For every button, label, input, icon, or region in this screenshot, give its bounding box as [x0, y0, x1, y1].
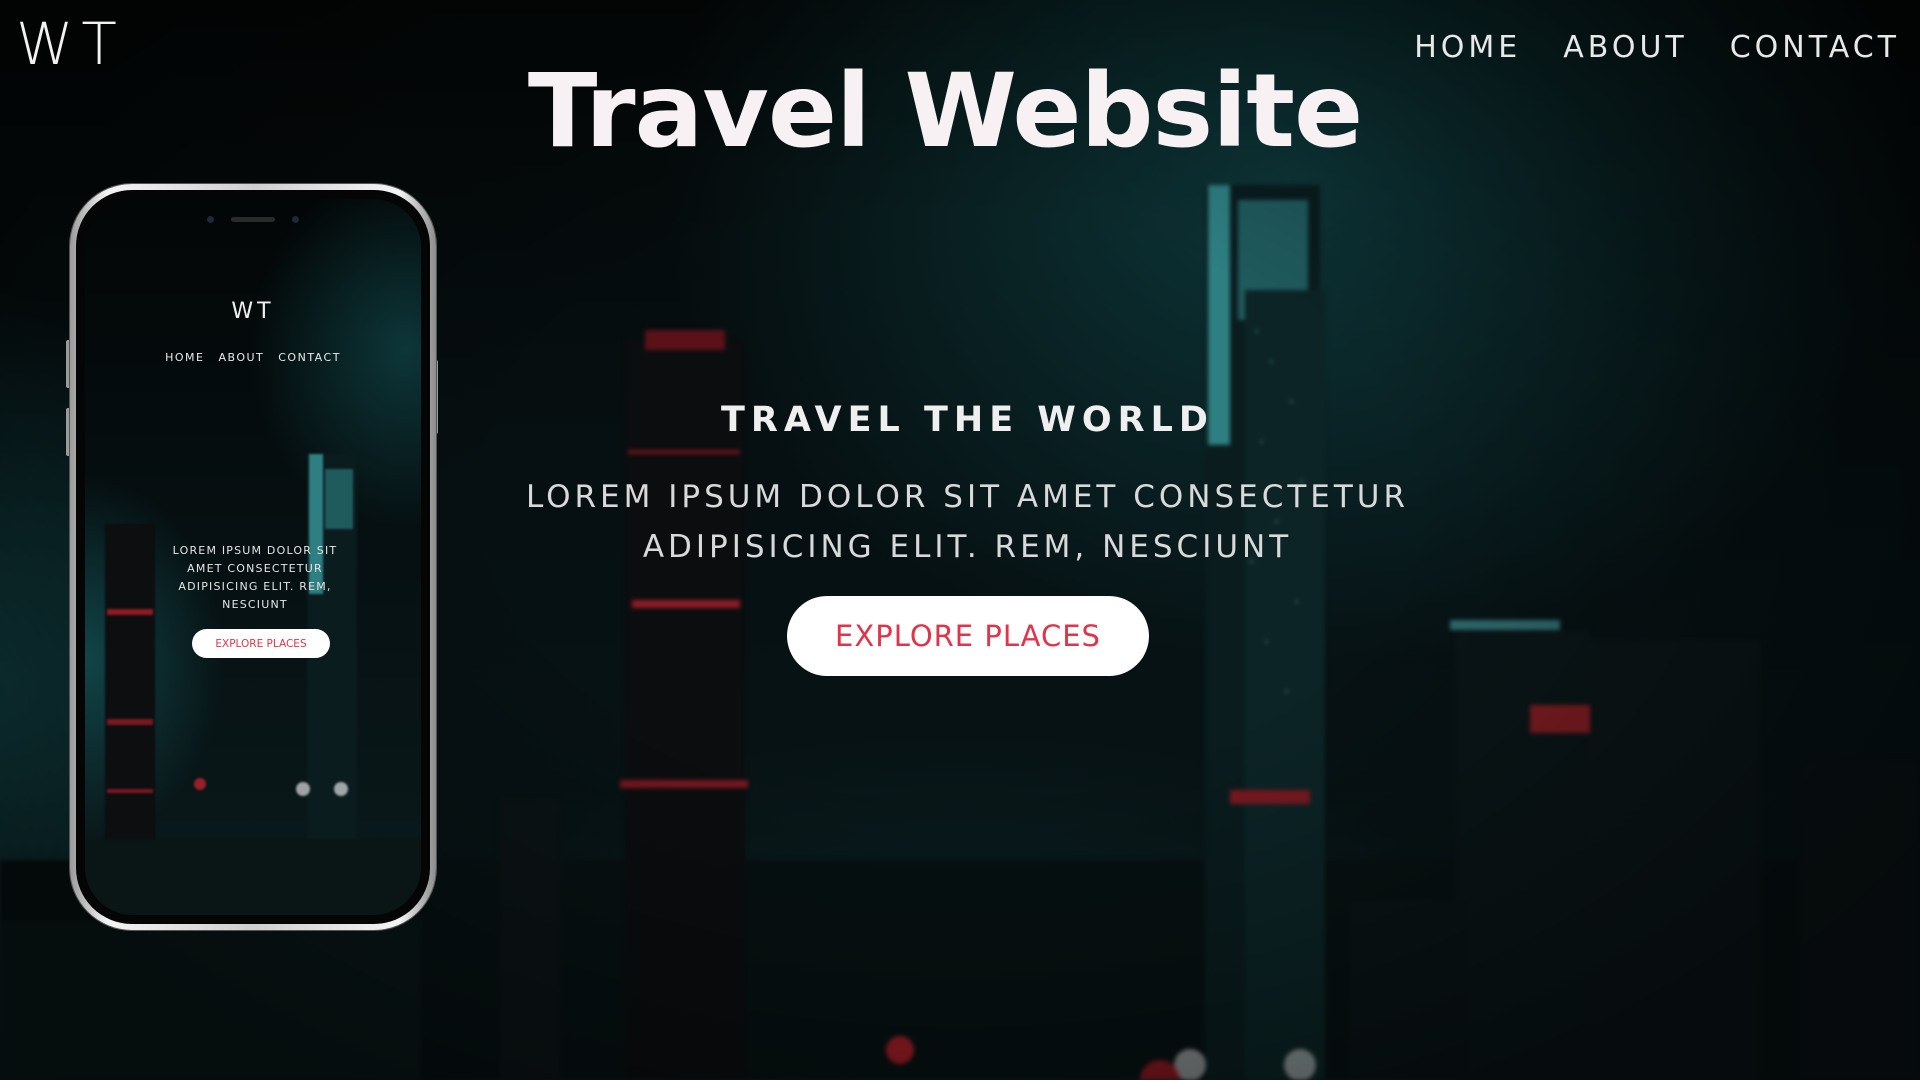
phone-hero-text: LOREM IPSUM DOLOR SIT AMET CONSECTETUR A…	[145, 542, 365, 614]
phone-nav-about: ABOUT	[218, 351, 265, 364]
phone-hero-text-line: NESCIUNT	[222, 598, 288, 611]
phone-nav-home: HOME	[165, 351, 205, 364]
phone-explore-places-button: EXPLORE PLACES	[192, 629, 330, 658]
phone-mockup: WT HOME ABOUT CONTACT LOREM IPSUM DOLOR …	[70, 184, 436, 930]
phone-hero-text-line: AMET CONSECTETUR	[187, 562, 323, 575]
phone-hero-text-line: ADIPISICING ELIT. REM,	[178, 580, 332, 593]
explore-places-button[interactable]: EXPLORE PLACES	[787, 596, 1149, 676]
phone-site-logo: WT	[231, 299, 275, 324]
phone-nav-contact: CONTACT	[278, 351, 341, 364]
phone-sensor-icon	[292, 216, 299, 223]
phone-speaker	[231, 217, 275, 222]
phone-screen: WT HOME ABOUT CONTACT LOREM IPSUM DOLOR …	[85, 199, 421, 915]
phone-bezel: WT HOME ABOUT CONTACT LOREM IPSUM DOLOR …	[76, 190, 430, 924]
phone-camera-icon	[207, 216, 214, 223]
phone-hero-text-line: LOREM IPSUM DOLOR SIT	[172, 544, 338, 557]
phone-nav: HOME ABOUT CONTACT	[85, 351, 421, 364]
overlay-title: Travel Website	[527, 52, 1363, 171]
